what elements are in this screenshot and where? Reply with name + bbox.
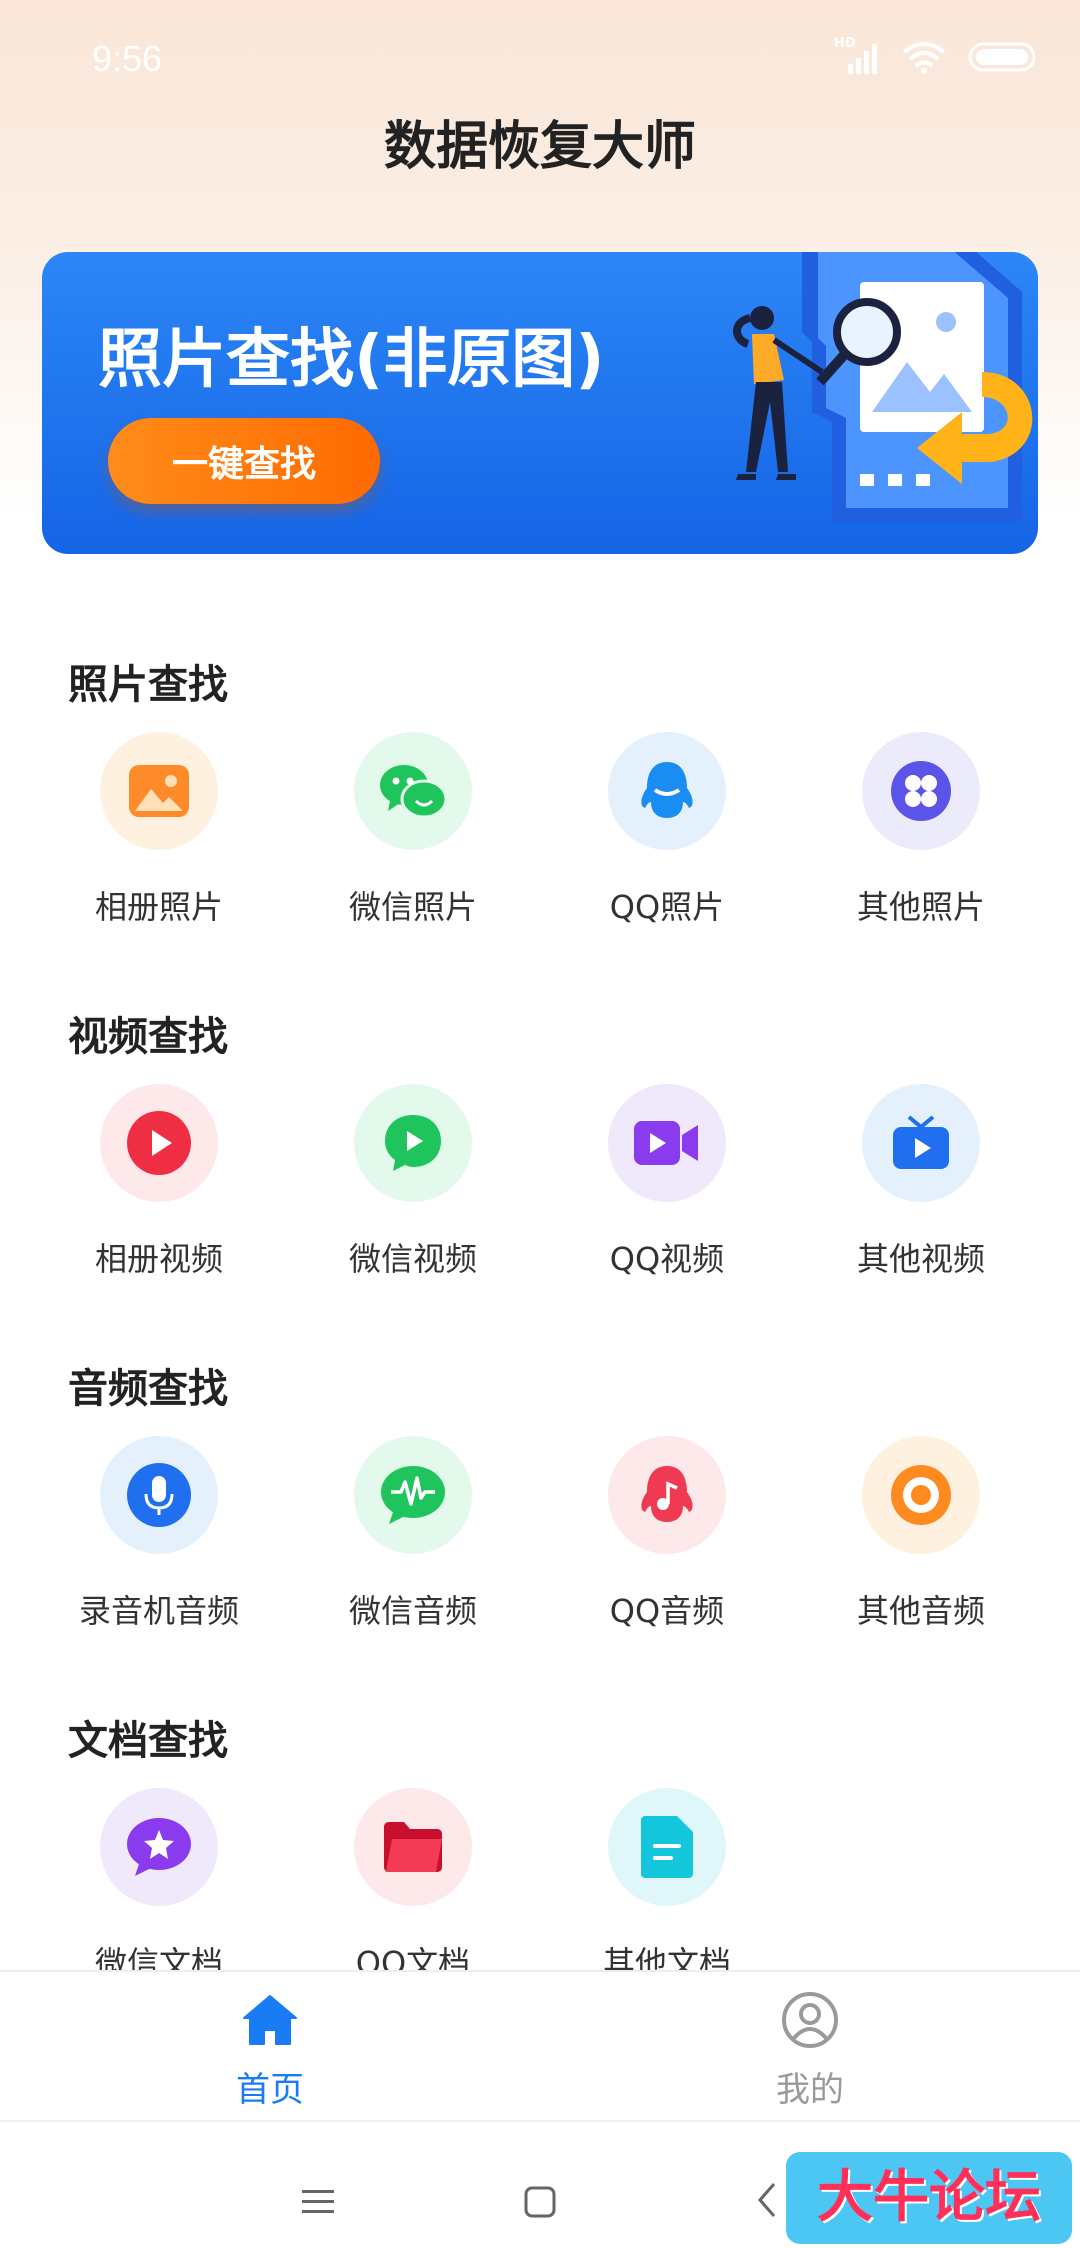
icon-circle xyxy=(354,1436,472,1554)
chat-waveform-icon xyxy=(381,1466,445,1524)
qq-music-icon xyxy=(641,1466,693,1522)
icon-circle xyxy=(100,1436,218,1554)
item-label: 微信音频 xyxy=(348,1592,477,1630)
tab-mine[interactable]: 我的 xyxy=(540,1972,1080,2122)
icon-circle xyxy=(354,732,472,850)
microphone-icon xyxy=(127,1463,191,1527)
icon-circle xyxy=(100,732,218,850)
item-label: 其他音频 xyxy=(856,1592,985,1630)
grid-item-wechat-photos[interactable]: 微信照片 xyxy=(286,732,540,932)
grid-item-wechat-videos[interactable]: 微信视频 xyxy=(286,1084,540,1284)
grid-item-album-videos[interactable]: 相册视频 xyxy=(32,1084,286,1284)
status-time: 9:56 xyxy=(92,38,163,79)
section-title: 文档查找 xyxy=(68,1718,228,1764)
icon-circle xyxy=(100,1788,218,1906)
item-label: 录音机音频 xyxy=(78,1592,239,1630)
grid-item-qq-videos[interactable]: QQ视频 xyxy=(540,1084,794,1284)
wechat-icon xyxy=(380,765,448,819)
icon-circle xyxy=(100,1084,218,1202)
item-label: 微信照片 xyxy=(348,888,477,926)
record-icon xyxy=(891,1465,951,1525)
tab-home-label: 首页 xyxy=(236,2070,304,2110)
one-click-search-button[interactable]: 一键查找 xyxy=(108,418,380,504)
item-label: QQ照片 xyxy=(609,888,725,926)
bottom-tab-bar: 首页 我的 xyxy=(0,1970,1080,2120)
home-icon xyxy=(243,1995,297,2045)
item-label: QQ视频 xyxy=(609,1240,725,1278)
qq-penguin-icon xyxy=(641,762,693,818)
tab-mine-label: 我的 xyxy=(776,2070,844,2110)
item-label: 微信视频 xyxy=(348,1240,477,1278)
gallery-photo-icon xyxy=(129,765,189,817)
watermark-logo: 大牛论坛 xyxy=(786,2152,1072,2244)
grid-item-other-docs[interactable]: 其他文档 xyxy=(540,1788,794,1988)
section-title: 视频查找 xyxy=(68,1014,228,1060)
grid-item-album-photos[interactable]: 相册照片 xyxy=(32,732,286,932)
home-square-icon[interactable] xyxy=(520,2182,560,2222)
sd-card-search-illustration xyxy=(733,252,1033,522)
chat-play-icon xyxy=(385,1115,441,1171)
grid-item-qq-docs[interactable]: QQ文档 xyxy=(286,1788,540,1988)
tab-home[interactable]: 首页 xyxy=(0,1972,540,2122)
hd-label: HD xyxy=(834,36,856,51)
grid-item-other-photos[interactable]: 其他照片 xyxy=(794,732,1048,932)
banner-title: 照片查找(非原图) xyxy=(98,323,605,397)
icon-circle xyxy=(354,1788,472,1906)
video-camera-icon xyxy=(634,1121,698,1165)
battery-icon xyxy=(968,41,1040,77)
icon-circle xyxy=(862,1436,980,1554)
item-label: QQ音频 xyxy=(609,1592,725,1630)
folder-icon xyxy=(384,1822,442,1872)
photo-search-banner[interactable]: 照片查找(非原图) 一键查找 xyxy=(42,252,1038,554)
item-label: 相册视频 xyxy=(94,1240,223,1278)
document-icon xyxy=(641,1816,693,1878)
signal-icon: HD xyxy=(834,36,880,76)
icon-circle xyxy=(608,1084,726,1202)
item-label: 其他照片 xyxy=(856,888,985,926)
grid-item-wechat-audio[interactable]: 微信音频 xyxy=(286,1436,540,1636)
play-circle-icon xyxy=(127,1111,191,1175)
icon-circle xyxy=(608,1788,726,1906)
chat-star-icon xyxy=(127,1818,191,1876)
section-title: 照片查找 xyxy=(68,662,228,708)
icon-circle xyxy=(608,732,726,850)
grid-item-recorder-audio[interactable]: 录音机音频 xyxy=(32,1436,286,1636)
four-petal-icon xyxy=(891,761,951,821)
grid-item-qq-audio[interactable]: QQ音频 xyxy=(540,1436,794,1636)
icon-circle xyxy=(608,1436,726,1554)
tv-play-icon xyxy=(893,1115,949,1169)
icon-circle xyxy=(354,1084,472,1202)
grid-item-other-videos[interactable]: 其他视频 xyxy=(794,1084,1048,1284)
status-icons: HD xyxy=(834,36,1040,78)
item-label: 其他视频 xyxy=(856,1240,985,1278)
status-bar: 9:56 HD xyxy=(0,0,1080,116)
section-title: 音频查找 xyxy=(68,1366,228,1412)
page-title: 数据恢复大师 xyxy=(383,117,696,177)
grid-item-other-audio[interactable]: 其他音频 xyxy=(794,1436,1048,1636)
user-profile-icon xyxy=(782,1992,838,2048)
menu-icon[interactable] xyxy=(298,2182,338,2222)
wifi-icon xyxy=(902,40,946,78)
item-label: 相册照片 xyxy=(94,888,223,926)
back-icon[interactable] xyxy=(748,2180,788,2220)
grid-item-qq-photos[interactable]: QQ照片 xyxy=(540,732,794,932)
grid-item-wechat-docs[interactable]: 微信文档 xyxy=(32,1788,286,1988)
icon-circle xyxy=(862,1084,980,1202)
icon-circle xyxy=(862,732,980,850)
